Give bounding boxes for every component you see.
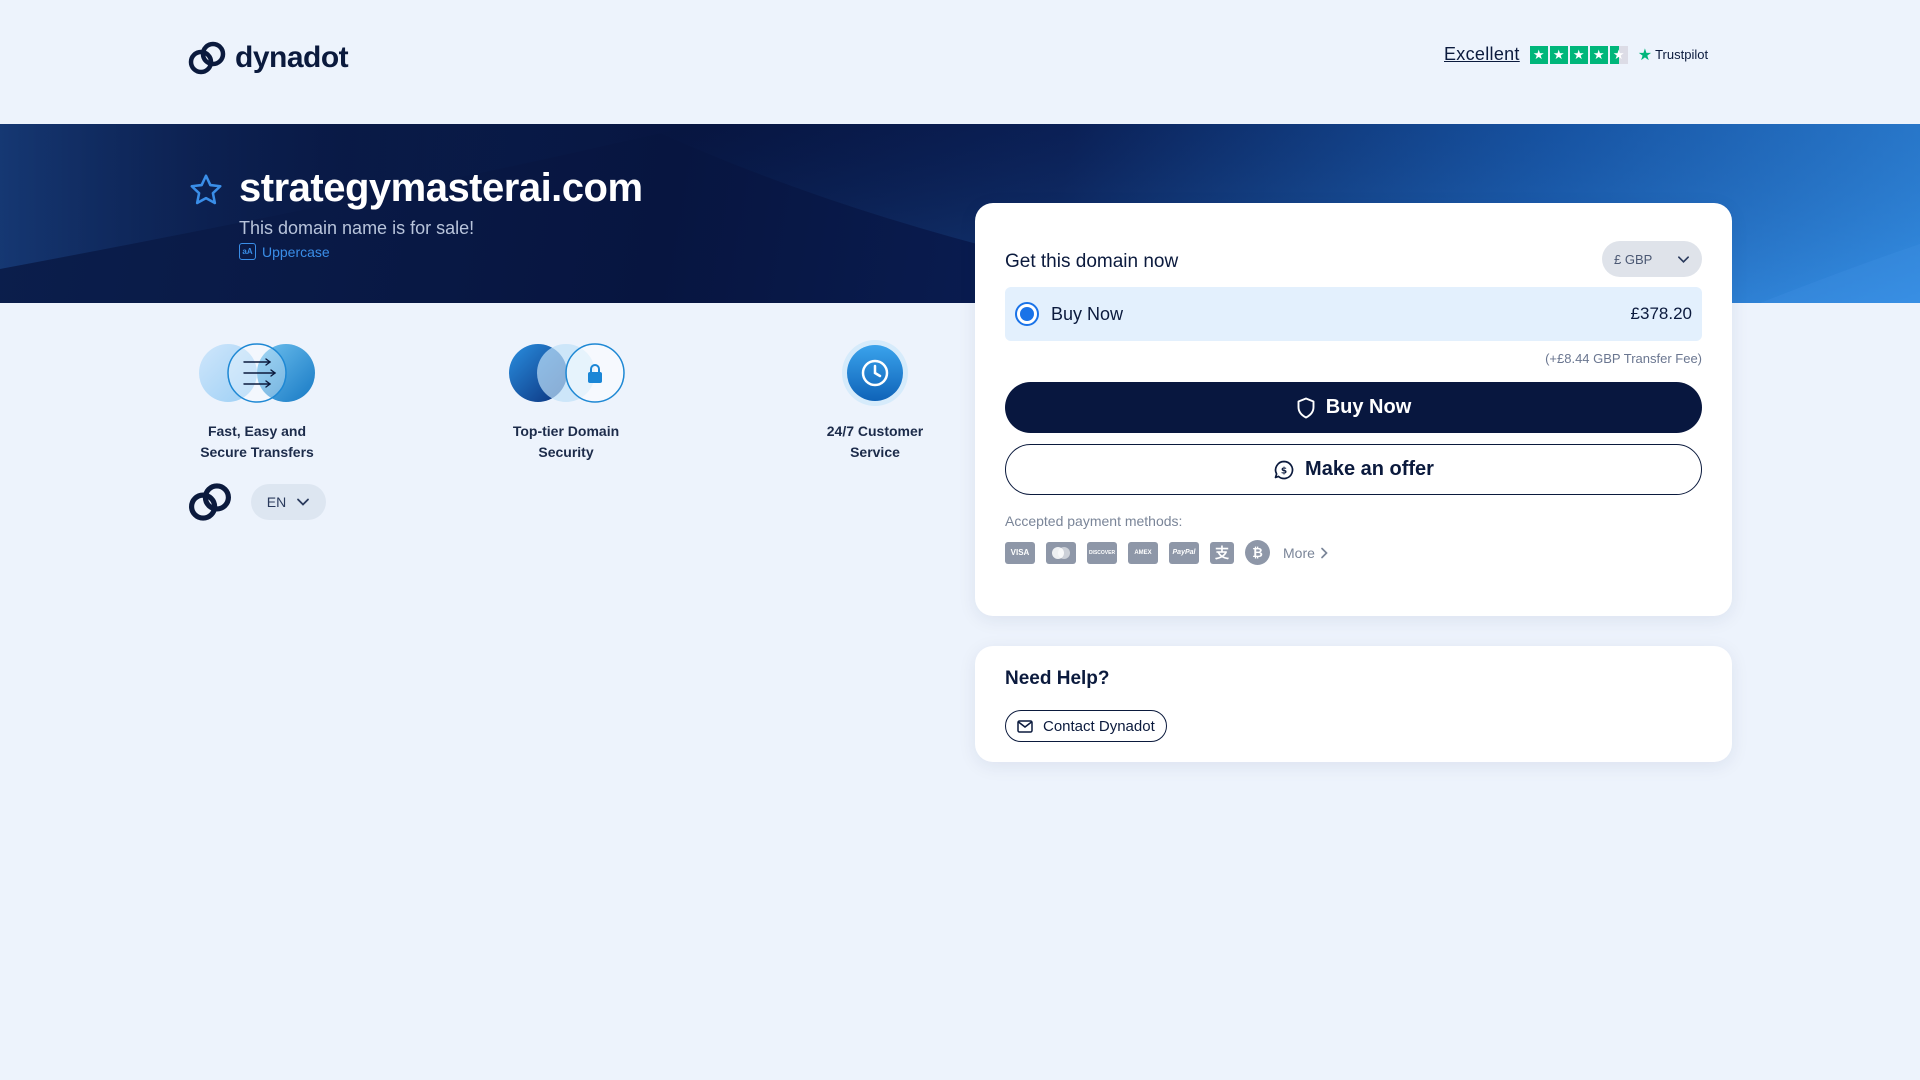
trustpilot-rating[interactable]: Excellent ★ ★ ★ ★ ★ ★ Trustpilot <box>1444 44 1708 65</box>
contact-dynadot-button[interactable]: Contact Dynadot <box>1005 710 1167 742</box>
alipay-icon: 支 <box>1210 541 1234 564</box>
buy-now-option-label: Buy Now <box>1051 303 1124 324</box>
star-icon: ★ <box>1589 45 1608 64</box>
site-header: dynadot Excellent ★ ★ ★ ★ ★ ★ Trustpilot <box>0 0 1920 124</box>
feature-security: Top-tier Domain Security <box>466 340 666 463</box>
clock-icon <box>842 340 908 406</box>
more-label: More <box>1283 544 1315 561</box>
uppercase-label[interactable]: Uppercase <box>262 244 330 260</box>
svg-text:$: $ <box>1281 466 1287 476</box>
half-star-icon: ★ <box>1609 45 1628 64</box>
feature-label-transfers: Fast, Easy and Secure Transfers <box>200 423 314 460</box>
favorite-star-icon[interactable] <box>188 172 224 208</box>
dynadot-logo[interactable]: dynadot <box>187 38 349 78</box>
uppercase-toggle[interactable]: aA Uppercase <box>239 243 330 260</box>
lock-icon <box>509 343 625 403</box>
feature-label-support: 24/7 Customer Service <box>826 423 924 460</box>
payment-methods-row: VISA DISCOVER AMEX PayPal 支 ₿ More <box>1005 540 1329 565</box>
language-selector[interactable]: EN <box>251 484 326 520</box>
trustpilot-brand: Trustpilot <box>1655 47 1709 62</box>
feature-transfers: Fast, Easy and Secure Transfers <box>157 340 357 463</box>
make-offer-button-label: Make an offer <box>1305 458 1434 480</box>
amex-icon: AMEX <box>1128 541 1158 564</box>
feature-label-security: Top-tier Domain Security <box>512 423 620 460</box>
radio-selected-dot <box>1020 307 1034 321</box>
bitcoin-icon: ₿ <box>1245 540 1270 565</box>
more-payment-methods-link[interactable]: More <box>1283 545 1329 561</box>
shield-icon <box>1297 397 1315 418</box>
domain-name: strategymasterai.com <box>239 166 643 210</box>
chevron-down-icon <box>1678 255 1689 263</box>
feature-support: 24/7 Customer Service <box>775 340 975 463</box>
contact-dynadot-label: Contact Dynadot <box>1043 717 1155 735</box>
chevron-right-icon <box>1321 547 1328 558</box>
text-case-icon: aA <box>239 243 256 260</box>
star-icon: ★ <box>1549 45 1568 64</box>
buy-now-option[interactable]: Buy Now £378.20 <box>1005 287 1702 341</box>
currency-selector[interactable]: £ GBP <box>1602 241 1702 277</box>
trustpilot-rating-word[interactable]: Excellent <box>1444 44 1520 65</box>
transfer-fee-note: (+£8.44 GBP Transfer Fee) <box>1545 351 1702 366</box>
brand-name: dynadot <box>235 41 349 74</box>
visa-icon: VISA <box>1005 541 1035 564</box>
offer-chat-icon: $ <box>1274 460 1294 479</box>
discover-icon: DISCOVER <box>1087 541 1117 564</box>
help-card: Need Help? Contact Dynadot <box>975 646 1732 762</box>
make-offer-button[interactable]: $ Make an offer <box>1005 444 1702 495</box>
star-icon: ★ <box>1529 45 1548 64</box>
dynadot-logo-icon <box>188 41 226 75</box>
domain-sale-subtitle: This domain name is for sale! <box>239 218 475 238</box>
purchase-card: Get this domain now £ GBP Buy Now £378.2… <box>975 203 1732 616</box>
dynadot-small-logo-icon[interactable] <box>187 478 233 526</box>
purchase-title: Get this domain now <box>1005 251 1179 272</box>
mastercard-icon <box>1046 541 1076 564</box>
language-selected: EN <box>266 494 287 510</box>
help-title: Need Help? <box>1005 668 1110 689</box>
trustpilot-logo: ★ Trustpilot <box>1638 45 1708 65</box>
chevron-down-icon <box>297 498 310 506</box>
star-icon: ★ <box>1569 45 1588 64</box>
payment-methods-label: Accepted payment methods: <box>1005 513 1183 529</box>
trustpilot-star-icon: ★ <box>1637 46 1653 64</box>
trustpilot-stars: ★ ★ ★ ★ ★ <box>1529 45 1628 64</box>
transfer-icon <box>199 343 315 403</box>
buy-now-price: £378.20 <box>1630 304 1692 323</box>
mail-icon <box>1017 719 1033 733</box>
buy-now-button[interactable]: Buy Now <box>1005 382 1702 433</box>
currency-selected: £ GBP <box>1614 251 1653 267</box>
buy-now-button-label: Buy Now <box>1325 396 1412 418</box>
buy-now-radio[interactable] <box>1015 302 1039 326</box>
paypal-icon: PayPal <box>1169 541 1199 564</box>
